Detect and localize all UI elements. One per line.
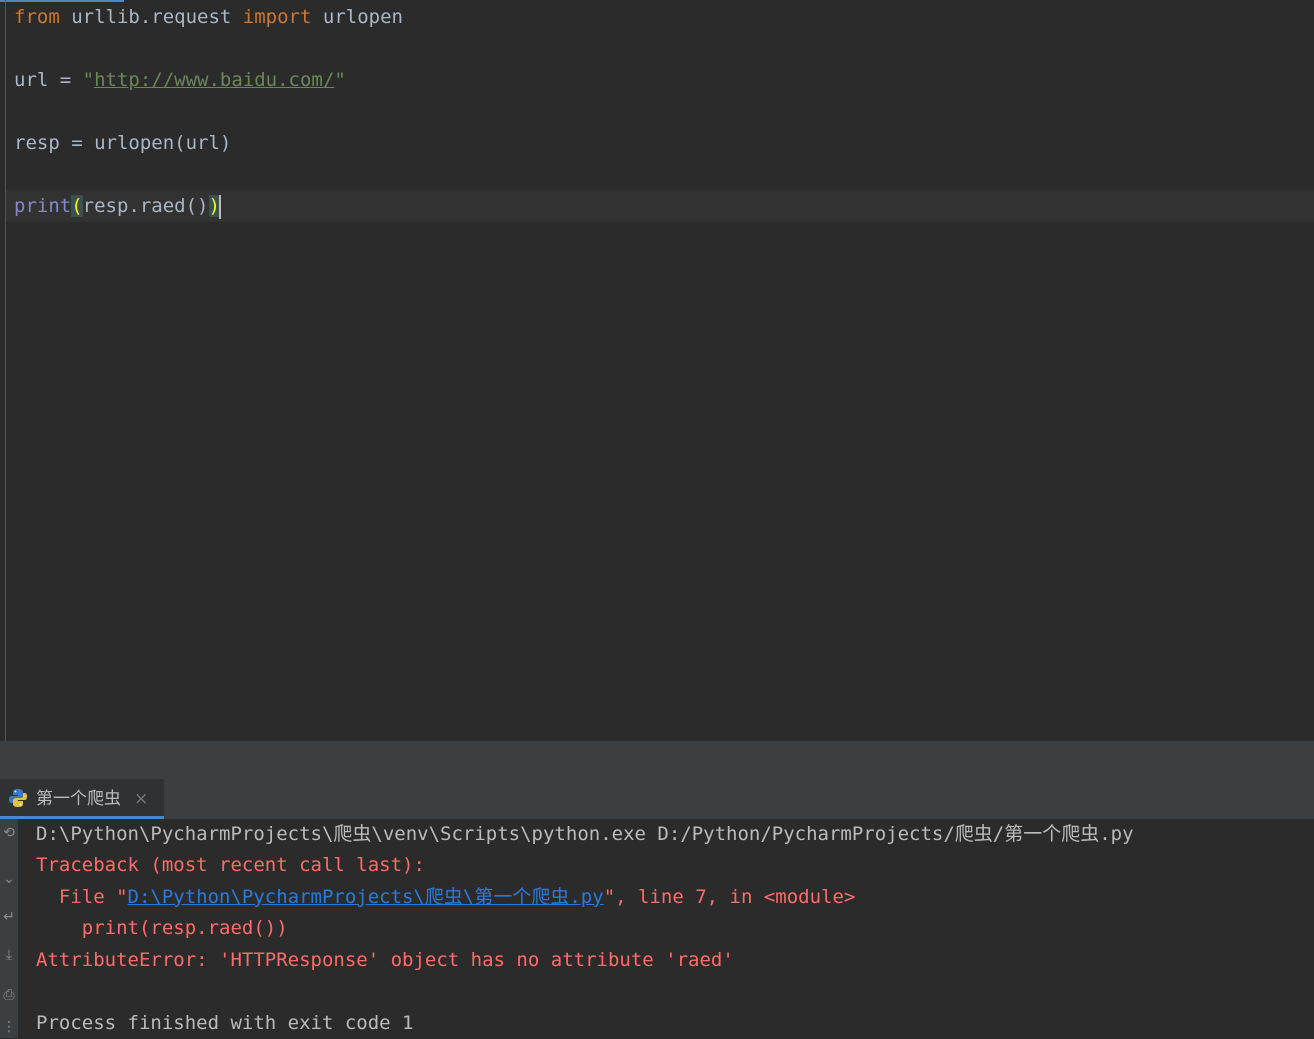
traceback-code-line: print(resp.raed()) <box>36 917 288 939</box>
rerun-icon[interactable]: ⟲ <box>0 825 18 841</box>
resp-assignment: resp = urlopen(url) <box>14 132 232 154</box>
module-name: urllib.request <box>59 6 243 28</box>
soft-wrap-icon[interactable]: ↵ <box>0 909 18 925</box>
code-line-7[interactable]: print(resp.raed()) <box>14 190 221 222</box>
exit-message: Process finished with exit code 1 <box>36 1012 414 1034</box>
panel-divider[interactable] <box>0 741 1314 779</box>
call-expression: resp.raed() <box>82 195 209 217</box>
editor-gutter-border <box>5 0 6 741</box>
run-tool-window-header: 第一个爬虫 × <box>0 779 1314 819</box>
string-quote-close: " <box>334 69 346 91</box>
console-toolbar: ⟲ ⌄ ↵ ⤓ ⎙ ⋮ <box>0 819 18 1038</box>
code-line-1[interactable]: from urllib.request import urlopen <box>14 1 403 33</box>
more-icon[interactable]: ⋮ <box>0 1019 18 1035</box>
console-command-line: D:\Python\PycharmProjects\爬虫\venv\Script… <box>36 823 1134 845</box>
text-caret <box>218 194 221 219</box>
url-string-link[interactable]: http://www.baidu.com/ <box>94 69 334 91</box>
string-quote-open: " <box>82 69 95 91</box>
file-suffix: ", line 7, in <module> <box>603 886 856 908</box>
run-tab-label: 第一个爬虫 <box>36 789 121 809</box>
keyword-import: import <box>242 6 312 28</box>
code-editor[interactable]: from urllib.request import urlopen url =… <box>0 0 1314 741</box>
builtin-print: print <box>14 195 72 217</box>
error-message: AttributeError: 'HTTPResponse' object ha… <box>36 949 734 971</box>
keyword-from: from <box>14 6 60 28</box>
stop-icon[interactable]: ⌄ <box>0 871 18 887</box>
traceback-file-link[interactable]: D:\Python\PycharmProjects\爬虫\第一个爬虫.py <box>128 886 604 908</box>
close-icon[interactable]: × <box>134 779 148 819</box>
print-icon[interactable]: ⎙ <box>0 987 18 1003</box>
code-line-3[interactable]: url = "http://www.baidu.com/" <box>14 64 346 96</box>
traceback-file-line: File "D:\Python\PycharmProjects\爬虫\第一个爬虫… <box>36 882 855 913</box>
file-prefix: File " <box>36 886 128 908</box>
scroll-down-icon[interactable]: ⤓ <box>0 947 18 963</box>
run-console[interactable]: ⟲ ⌄ ↵ ⤓ ⎙ ⋮ D:\Python\PycharmProjects\爬虫… <box>0 819 1314 1038</box>
paren-open-highlight: ( <box>71 195 83 217</box>
python-icon <box>9 789 27 807</box>
imported-name: urlopen <box>311 6 403 28</box>
url-assignment: url = <box>14 69 83 91</box>
code-line-5[interactable]: resp = urlopen(url) <box>14 127 231 159</box>
traceback-header: Traceback (most recent call last): <box>36 854 425 876</box>
run-tab[interactable]: 第一个爬虫 × <box>0 779 164 819</box>
